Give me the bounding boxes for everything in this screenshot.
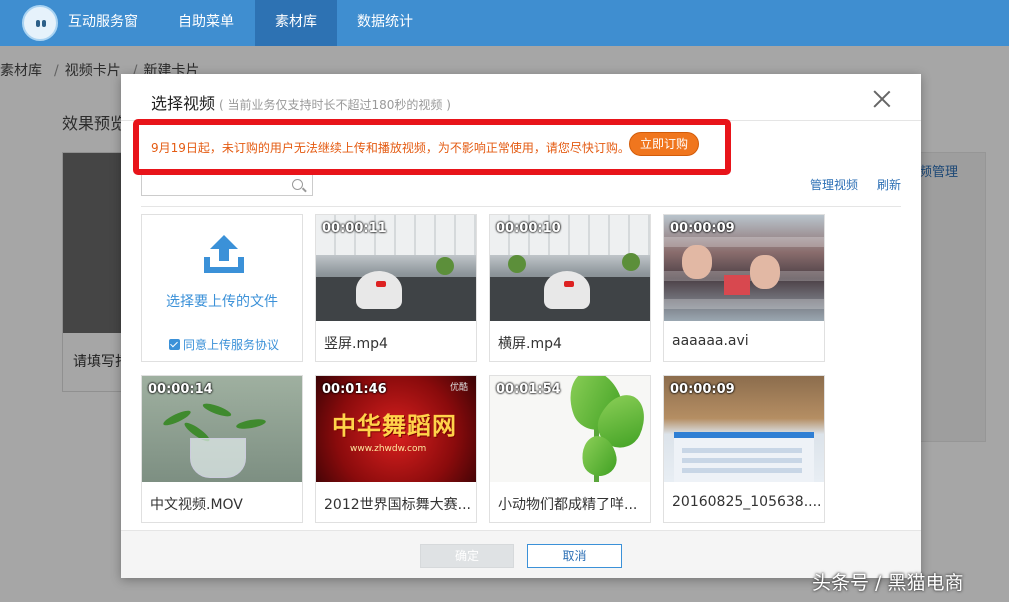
upload-icon [204,235,244,273]
close-icon[interactable] [873,90,891,108]
video-name: 中文视频.MOV [150,497,243,513]
video-thumbnail[interactable]: 00:00:10 [490,215,650,321]
thumbnail-url-text: www.zhwdw.com [350,444,427,454]
upload-label[interactable]: 选择要上传的文件 [142,291,302,311]
video-thumbnail[interactable]: 中华舞蹈网 www.zhwdw.com 优酷 00:01:46 [316,376,476,482]
video-name: 20160825_105638.... [672,494,820,510]
modal-subtitle: ( 当前业务仅支持时长不超过180秒的视频 ) [219,98,451,112]
app-logo-icon[interactable] [22,5,58,41]
modal-footer: 确定 取消 [121,530,921,578]
video-tile[interactable]: 00:00:11 竖屏.mp4 [315,214,477,362]
manage-videos-link[interactable]: 管理视频 [810,176,858,193]
video-tile[interactable]: 00:00:09 aaaaaa.avi [663,214,825,362]
refresh-link[interactable]: 刷新 [877,176,901,193]
search-input[interactable] [141,174,313,196]
search-icon[interactable] [292,179,303,190]
video-duration: 00:00:09 [670,221,735,236]
thumbnail-corner-logo: 优酷 [450,383,469,393]
video-duration: 00:00:11 [322,221,387,236]
video-name: 2012世界国标舞大赛... [324,497,471,513]
modal-title-text: 选择视频 [151,94,216,113]
video-name: 竖屏.mp4 [324,336,388,352]
video-thumbnail[interactable]: 00:00:09 [664,376,824,482]
top-nav: 互动服务窗 自助菜单 素材库 数据统计 [0,0,1009,46]
subscribe-button[interactable]: 立即订购 [629,132,699,156]
cancel-button[interactable]: 取消 [527,544,622,568]
nav-item-library[interactable]: 素材库 [255,0,337,46]
video-thumbnail[interactable]: 00:01:54 [490,376,650,482]
confirm-button[interactable]: 确定 [420,544,514,568]
modal-title: 选择视频( 当前业务仅支持时长不超过180秒的视频 ) [151,90,451,114]
video-name: 小动物们都成精了咩... [498,497,638,513]
video-tile[interactable]: 00:00:10 横屏.mp4 [489,214,651,362]
divider [141,206,901,207]
thumbnail-title-text: 中华舞蹈网 [332,411,457,440]
subscription-notice: 9月19日起，未订购的用户无法继续上传和播放视频，为不影响正常使用，请您尽快订购… [133,119,731,175]
nav-item-menu[interactable]: 自助菜单 [165,0,247,46]
video-duration: 00:00:10 [496,221,561,236]
video-name: aaaaaa.avi [672,333,749,349]
agree-terms-label[interactable]: 同意上传服务协议 [183,338,279,352]
video-duration: 00:00:14 [148,382,213,397]
upload-tile[interactable]: 选择要上传的文件 同意上传服务协议 [141,214,303,362]
video-tile[interactable]: 中华舞蹈网 www.zhwdw.com 优酷 00:01:46 2012世界国标… [315,375,477,523]
watermark-text: 头条号 / 黑猫电商 [812,572,964,594]
video-thumbnail[interactable]: 00:00:11 [316,215,476,321]
video-tile[interactable]: 00:00:14 中文视频.MOV [141,375,303,523]
video-duration: 00:01:54 [496,382,561,397]
nav-brand[interactable]: 互动服务窗 [68,0,138,46]
video-tile[interactable]: 00:00:09 20160825_105638.... [663,375,825,523]
video-duration: 00:01:46 [322,382,387,397]
select-video-modal: 选择视频( 当前业务仅支持时长不超过180秒的视频 ) 管理视频 刷新 9月19… [121,74,921,578]
nav-item-stats[interactable]: 数据统计 [344,0,426,46]
video-tile[interactable]: 00:01:54 小动物们都成精了咩... [489,375,651,523]
notice-text: 9月19日起，未订购的用户无法继续上传和播放视频，为不影响正常使用，请您尽快订购… [151,141,630,155]
agree-terms-row[interactable]: 同意上传服务协议 [169,336,279,353]
video-name: 横屏.mp4 [498,336,562,352]
video-thumbnail[interactable]: 00:00:14 [142,376,302,482]
video-thumbnail[interactable]: 00:00:09 [664,215,824,321]
agree-checkbox[interactable] [169,339,180,350]
video-duration: 00:00:09 [670,382,735,397]
